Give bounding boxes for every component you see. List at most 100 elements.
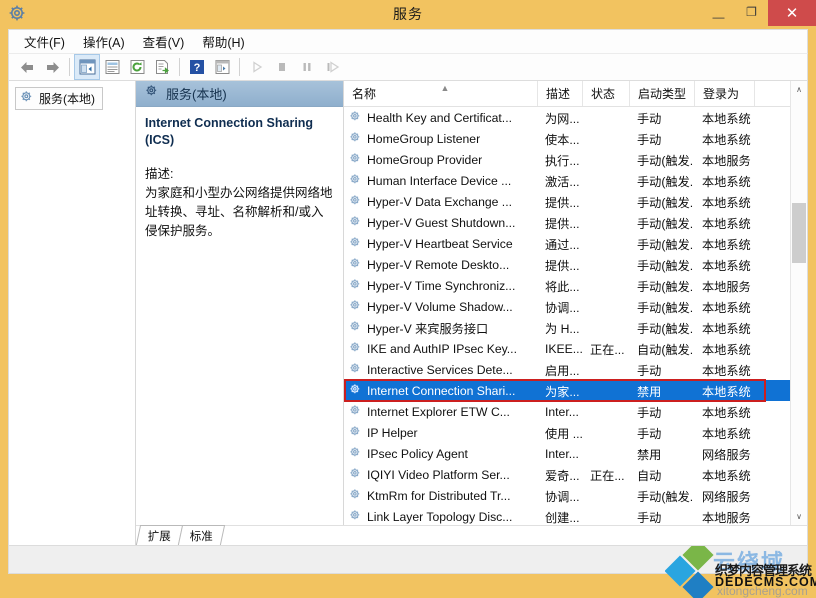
table-row[interactable]: Hyper-V Remote Deskto... 提供... 手动(触发... 本地系… bbox=[344, 254, 790, 275]
refresh-icon[interactable] bbox=[125, 55, 149, 79]
cell-name: Internet Connection Shari... bbox=[344, 383, 537, 399]
service-name-label: KtmRm for Distributed Tr... bbox=[367, 488, 511, 503]
cell-log-on-as: 本地系统 bbox=[702, 195, 751, 210]
status-bar bbox=[8, 546, 808, 574]
description-body-text: 为家庭和小型办公网络提供网络地址转换、寻址、名称解析和/或入侵保护服务。 bbox=[145, 186, 333, 238]
service-name-label: IKE and AuthIP IPsec Key... bbox=[367, 341, 517, 356]
column-startup-type[interactable]: 启动类型 bbox=[629, 81, 694, 106]
show-hide-tree-icon[interactable] bbox=[74, 54, 100, 80]
table-row[interactable]: Internet Explorer ETW C... Inter... 手动 本地系统 bbox=[344, 401, 790, 422]
properties-icon[interactable] bbox=[100, 55, 124, 79]
cell-startup-type: 手动 bbox=[637, 111, 662, 126]
table-row[interactable]: IKE and AuthIP IPsec Key... IKEE... 正在... 自… bbox=[344, 338, 790, 359]
table-row[interactable]: Hyper-V Data Exchange ... 提供... 手动(触发... 本地… bbox=[344, 191, 790, 212]
table-row[interactable]: Hyper-V Guest Shutdown... 提供... 手动(触发... 本地… bbox=[344, 212, 790, 233]
table-row[interactable]: IP Helper 使用 ... 手动 本地系统 bbox=[344, 422, 790, 443]
pause-service-icon[interactable] bbox=[295, 55, 319, 79]
service-gear-icon bbox=[349, 446, 362, 462]
close-button[interactable]: ✕ bbox=[768, 0, 816, 26]
menu-file[interactable]: 文件(F) bbox=[15, 30, 74, 53]
column-description-label: 描述 bbox=[546, 87, 571, 101]
menu-help[interactable]: 帮助(H) bbox=[193, 30, 253, 53]
table-row[interactable]: Hyper-V Time Synchroniz... 将此... 手动(触发... 本… bbox=[344, 275, 790, 296]
table-row[interactable]: Hyper-V Volume Shadow... 协调... 手动(触发... 本地系… bbox=[344, 296, 790, 317]
service-description-pane: 服务(本地) Internet Connection Sharing (ICS)… bbox=[136, 81, 344, 525]
list-column-headers: 名称 ▲ 描述 状态 启动类型 登录为 bbox=[344, 81, 790, 107]
toolbar-separator-3 bbox=[239, 58, 240, 76]
back-icon[interactable] bbox=[15, 55, 39, 79]
cell-description: 为家... bbox=[545, 384, 580, 399]
column-description[interactable]: 描述 bbox=[537, 81, 582, 106]
cell-log-on-as: 本地系统 bbox=[702, 384, 751, 399]
column-log-on-as-label: 登录为 bbox=[703, 87, 740, 101]
service-name-label: Hyper-V 来宾服务接口 bbox=[367, 321, 489, 336]
table-row[interactable]: Interactive Services Dete... 启用... 手动 本地系统 bbox=[344, 359, 790, 380]
menu-action[interactable]: 操作(A) bbox=[74, 30, 134, 53]
table-row[interactable]: Hyper-V 来宾服务接口 为 H... 手动(触发... 本地系统 bbox=[344, 317, 790, 338]
main-content: 服务(本地) 服务(本地) Internet Connection Sharin… bbox=[8, 81, 808, 546]
help-icon[interactable]: ? bbox=[185, 55, 209, 79]
window-controls: — ❐ ✕ bbox=[702, 0, 816, 28]
maximize-button[interactable]: ❐ bbox=[735, 0, 768, 24]
cell-log-on-as: 本地系统 bbox=[702, 468, 751, 483]
cell-startup-type: 手动 bbox=[637, 510, 662, 525]
column-status[interactable]: 状态 bbox=[582, 81, 629, 106]
svg-text:?: ? bbox=[194, 62, 201, 74]
service-name-label: Internet Explorer ETW C... bbox=[367, 404, 510, 419]
table-row[interactable]: Internet Connection Shari... 为家... 禁用 本地系统 bbox=[344, 380, 790, 401]
table-row[interactable]: Hyper-V Heartbeat Service 通过... 手动(触发... 本地… bbox=[344, 233, 790, 254]
service-gear-icon bbox=[349, 341, 362, 357]
description-label: 描述: bbox=[145, 167, 174, 181]
service-name-label: Hyper-V Remote Deskto... bbox=[367, 257, 510, 272]
scroll-up-arrow-icon[interactable]: ∧ bbox=[791, 81, 807, 98]
cell-log-on-as: 本地系统 bbox=[702, 132, 751, 147]
cell-description: 启用... bbox=[545, 363, 580, 378]
minimize-button[interactable]: — bbox=[702, 0, 735, 30]
cell-name: HomeGroup Listener bbox=[344, 131, 537, 147]
cell-startup-type: 自动 bbox=[637, 468, 662, 483]
scrollbar-track[interactable] bbox=[791, 98, 807, 508]
tab-extended[interactable]: 扩展 bbox=[135, 525, 184, 545]
service-gear-icon bbox=[349, 404, 362, 420]
cell-description: Inter... bbox=[545, 446, 579, 461]
description-pane-header: 服务(本地) bbox=[136, 81, 343, 107]
service-gear-icon bbox=[349, 299, 362, 315]
cell-log-on-as: 本地系统 bbox=[702, 363, 751, 378]
scroll-down-arrow-icon[interactable]: ∨ bbox=[791, 508, 807, 525]
cell-startup-type: 禁用 bbox=[637, 447, 662, 462]
cell-description: 提供... bbox=[545, 258, 580, 273]
menu-view[interactable]: 查看(V) bbox=[134, 30, 194, 53]
cell-log-on-as: 本地系统 bbox=[702, 342, 751, 357]
start-service-icon[interactable] bbox=[245, 55, 269, 79]
cell-log-on-as: 本地系统 bbox=[702, 237, 751, 252]
table-row[interactable]: IQIYI Video Platform Ser... 爱奇... 正在... 自动 本… bbox=[344, 464, 790, 485]
cell-status: 正在... bbox=[590, 468, 625, 483]
table-row[interactable]: Link Layer Topology Disc... 创建... 手动 本地服务 bbox=[344, 506, 790, 525]
table-row[interactable]: Health Key and Certificat... 为网... 手动 本地系统 bbox=[344, 107, 790, 128]
list-vertical-scrollbar[interactable]: ∧ ∨ bbox=[790, 81, 807, 525]
tab-standard[interactable]: 标准 bbox=[177, 525, 226, 545]
column-name[interactable]: 名称 ▲ bbox=[344, 81, 537, 106]
service-gear-icon bbox=[349, 467, 362, 483]
cell-name: Hyper-V Guest Shutdown... bbox=[344, 215, 537, 231]
table-row[interactable]: KtmRm for Distributed Tr... 协调... 手动(触发...… bbox=[344, 485, 790, 506]
scrollbar-thumb[interactable] bbox=[792, 203, 806, 263]
tab-extended-label: 扩展 bbox=[147, 531, 171, 543]
table-row[interactable]: HomeGroup Listener 使本... 手动 本地系统 bbox=[344, 128, 790, 149]
column-filler[interactable] bbox=[754, 81, 784, 106]
console-view-icon[interactable] bbox=[210, 55, 234, 79]
stop-service-icon[interactable] bbox=[270, 55, 294, 79]
export-list-icon[interactable] bbox=[150, 55, 174, 79]
table-row[interactable]: IPsec Policy Agent Inter... 禁用 网络服务 bbox=[344, 443, 790, 464]
table-row[interactable]: HomeGroup Provider 执行... 手动(触发... 本地服务 bbox=[344, 149, 790, 170]
cell-name: Hyper-V Remote Deskto... bbox=[344, 257, 537, 273]
cell-startup-type: 手动(触发... bbox=[637, 300, 694, 315]
table-row[interactable]: Human Interface Device ... 激活... 手动(触发... 本… bbox=[344, 170, 790, 191]
forward-icon[interactable] bbox=[40, 55, 64, 79]
restart-service-icon[interactable] bbox=[320, 55, 344, 79]
cell-description: IKEE... bbox=[545, 341, 582, 356]
tree-node-services-local[interactable]: 服务(本地) bbox=[15, 87, 103, 110]
column-status-label: 状态 bbox=[591, 87, 616, 101]
column-log-on-as[interactable]: 登录为 bbox=[694, 81, 754, 106]
service-name-label: IQIYI Video Platform Ser... bbox=[367, 467, 510, 482]
